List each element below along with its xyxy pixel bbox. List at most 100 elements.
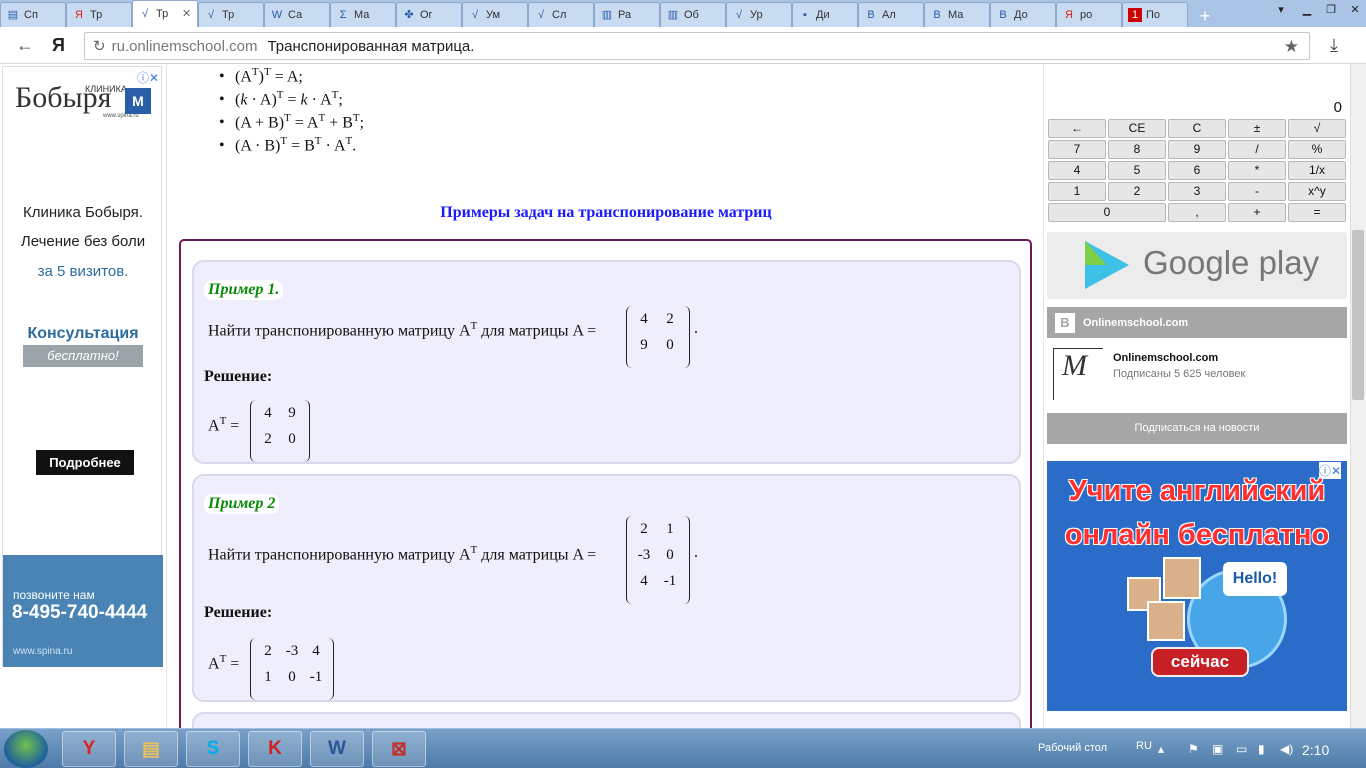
power-icon[interactable]: ▮: [1258, 742, 1265, 756]
property-item: • (A · B)T = BT · AT.: [219, 135, 357, 155]
community-avatar[interactable]: M: [1053, 348, 1103, 400]
calc-button[interactable]: 8: [1108, 140, 1166, 159]
refresh-icon[interactable]: ↻: [93, 37, 106, 55]
left-advert[interactable]: ⓘ✕ Бобыря КЛИНИКА М www.spina.ru Клиника…: [2, 66, 163, 667]
calc-button[interactable]: 6: [1168, 161, 1226, 180]
ad-info-icon[interactable]: ⓘ✕: [137, 69, 159, 86]
restore-icon[interactable]: ❐: [1318, 0, 1344, 18]
new-tab-button[interactable]: +: [1192, 5, 1218, 27]
close-tab-icon[interactable]: ✕: [182, 8, 195, 21]
sqrt-icon: √: [735, 9, 743, 21]
calc-button[interactable]: 7: [1048, 140, 1106, 159]
chevron-down-icon[interactable]: ▾: [1268, 0, 1294, 18]
tab-15[interactable]: B Ма: [924, 2, 990, 27]
tab-6[interactable]: Σ Ма: [330, 2, 396, 27]
tab-1[interactable]: ▤ Сп: [0, 2, 66, 27]
calc-button[interactable]: 1: [1048, 182, 1106, 201]
calc-button[interactable]: x^y: [1288, 182, 1346, 201]
tab-8[interactable]: √ Ум: [462, 2, 528, 27]
back-arrow-icon[interactable]: ←: [16, 35, 34, 56]
calc-button[interactable]: 2: [1108, 182, 1166, 201]
calc-button[interactable]: 4: [1048, 161, 1106, 180]
tab-17[interactable]: Яро: [1056, 2, 1122, 27]
property-item: • (AT)T = A;: [219, 66, 303, 86]
community-name[interactable]: Onlinemschool.com: [1113, 352, 1218, 364]
kaspersky-icon[interactable]: K: [248, 731, 302, 767]
calc-button[interactable]: 0: [1048, 203, 1166, 222]
calc-button[interactable]: 9: [1168, 140, 1226, 159]
calc-button[interactable]: ±: [1228, 119, 1286, 138]
calc-button[interactable]: -: [1228, 182, 1286, 201]
minimize-icon[interactable]: ▁: [1294, 0, 1320, 18]
tab-11[interactable]: ▥ Об: [660, 2, 726, 27]
scrollbar-thumb[interactable]: [1352, 230, 1364, 400]
solution-label: Решение:: [204, 368, 273, 385]
calc-button[interactable]: 5: [1108, 161, 1166, 180]
close-icon[interactable]: ✕: [1342, 0, 1366, 18]
subscribe-button[interactable]: Подписаться на новости: [1047, 413, 1347, 444]
start-button-icon[interactable]: [4, 730, 48, 768]
right-sidebar: 0 ← CE C ± √ 7 8 9/% 4 5 6 * 1/x 1 2 3- x^y 0, + = Google p…: [1046, 64, 1350, 728]
doc-icon: ▤: [7, 9, 19, 21]
pdf-reader-icon[interactable]: ⊠: [372, 731, 426, 767]
calc-button[interactable]: +: [1228, 203, 1286, 222]
word-icon[interactable]: W: [310, 731, 364, 767]
calc-button[interactable]: %: [1288, 140, 1346, 159]
tab-14[interactable]: B Ал: [858, 2, 924, 27]
safely-remove-icon[interactable]: ▣: [1212, 742, 1223, 756]
calc-button[interactable]: ,: [1168, 203, 1226, 222]
matrix-cell: 0: [666, 547, 674, 563]
ad-free-ribbon: бесплатно!: [23, 345, 143, 367]
english-ad-cta-button[interactable]: сейчас: [1151, 647, 1249, 677]
calc-button[interactable]: 3: [1168, 182, 1226, 201]
calc-button[interactable]: 1/x: [1288, 161, 1346, 180]
calc-button[interactable]: CE: [1108, 119, 1166, 138]
tab-13[interactable]: ▪ Ди: [792, 2, 858, 27]
matrix-cell: -3: [637, 547, 651, 563]
bookmark-star-icon[interactable]: ★: [1284, 37, 1299, 57]
calc-button[interactable]: C: [1168, 119, 1226, 138]
tab-9[interactable]: √ Сл: [528, 2, 594, 27]
url-domain: ru.onlinemschool.com: [111, 37, 258, 55]
tab-3[interactable]: √ Тр ✕: [132, 0, 198, 27]
url-input[interactable]: ↻ ru.onlinemschool.com Транспонированная…: [84, 32, 1310, 60]
language-indicator[interactable]: RU: [1136, 740, 1152, 752]
tab-2[interactable]: Я Тр: [66, 2, 132, 27]
tab-10[interactable]: ▥ Ра: [594, 2, 660, 27]
download-icon[interactable]: ⤓: [1330, 35, 1338, 56]
book-icon: ▥: [601, 9, 613, 21]
calc-button[interactable]: =: [1288, 203, 1346, 222]
tab-7[interactable]: ✤ Ог: [396, 2, 462, 27]
matrix-cell: 2: [264, 431, 272, 447]
matrix-cell: 2: [264, 643, 272, 659]
calc-button[interactable]: /: [1228, 140, 1286, 159]
yandex-browser-icon[interactable]: Y: [62, 731, 116, 767]
monitor-icon[interactable]: ▭: [1236, 742, 1247, 756]
tab-label: Об: [684, 9, 699, 21]
clock[interactable]: 2:10: [1302, 742, 1329, 758]
calc-button[interactable]: ←: [1048, 119, 1106, 138]
tab-label: Ур: [750, 9, 763, 21]
calc-button[interactable]: √: [1288, 119, 1346, 138]
tab-12[interactable]: √ Ур: [726, 2, 792, 27]
google-play-banner[interactable]: Google play: [1047, 232, 1347, 299]
chevron-up-icon[interactable]: ▴: [1158, 742, 1164, 756]
ad-more-button[interactable]: Подробнее: [36, 450, 134, 475]
yandex-logo-icon[interactable]: Я: [52, 35, 65, 56]
vk-widget-header[interactable]: B Onlinemschool.com: [1047, 307, 1347, 338]
tab-16[interactable]: B До: [990, 2, 1056, 27]
skype-icon[interactable]: S: [186, 731, 240, 767]
person-photo: [1147, 601, 1185, 641]
calc-button[interactable]: *: [1228, 161, 1286, 180]
file-explorer-icon[interactable]: ▤: [124, 731, 178, 767]
sqrt-icon: √: [537, 9, 545, 21]
network-error-icon[interactable]: ⚑: [1188, 742, 1199, 756]
tab-4[interactable]: √ Тр: [198, 2, 264, 27]
matrix-answer-2: 2 -3 4 1 0 -1: [250, 638, 334, 700]
english-advert[interactable]: ⓘ✕ Учите английский онлайн бесплатно Hel…: [1047, 461, 1347, 711]
volume-icon[interactable]: ◀): [1280, 742, 1293, 756]
ad-call-text: позвоните нам: [13, 588, 95, 602]
tab-5[interactable]: W Са: [264, 2, 330, 27]
desktop-label[interactable]: Рабочий стол: [1038, 742, 1107, 754]
tab-18[interactable]: 1 По: [1122, 2, 1188, 27]
